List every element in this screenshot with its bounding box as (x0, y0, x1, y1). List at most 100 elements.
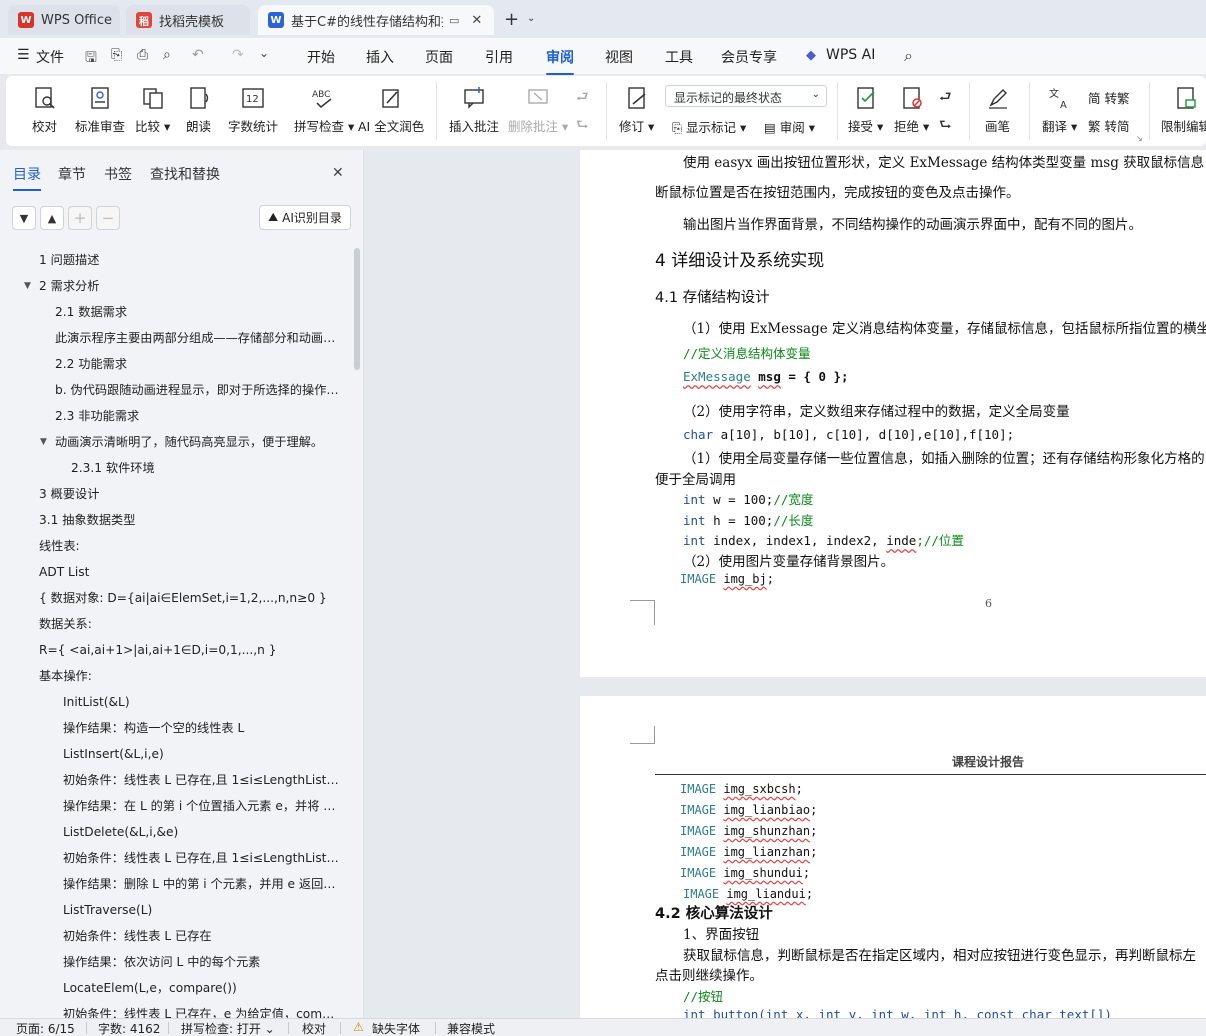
toc-item[interactable]: 2.2 功能需求 (55, 356, 340, 372)
ribbon-expand-icon[interactable]: ↘ (1136, 134, 1143, 143)
pane-tab-chapters[interactable]: 章节 (58, 164, 86, 184)
pane-tab-toc[interactable]: 目录 (13, 164, 41, 191)
next-change-icon[interactable]: ⮑ (939, 114, 952, 138)
toc-item[interactable]: 初始条件：线性表 L 已存在,且 1≤i≤LengthList(L) (63, 772, 340, 788)
code-line: IMAGE img_shunzhan; (680, 824, 818, 838)
ai-polish-button[interactable]: AI 全文润色 (358, 80, 424, 135)
toc-item[interactable]: 初始条件：线性表 L 已存在,且 1≤i≤LengthList(L) (63, 850, 340, 866)
to-traditional-button[interactable]: 简 转繁 (1088, 88, 1130, 107)
menu-page[interactable]: 页面 (425, 47, 453, 67)
menu-insert[interactable]: 插入 (366, 47, 394, 67)
markup-state-select[interactable]: 显示标记的最终状态 ⌄ (665, 85, 827, 107)
menu-home[interactable]: 开始 (307, 47, 335, 67)
add-heading-button[interactable]: + (68, 206, 92, 230)
toc-item[interactable]: 2.1 数据需求 (55, 304, 340, 320)
to-simplified-button[interactable]: 繁 转简 (1088, 116, 1130, 135)
word-count-button[interactable]: 12 字数统计 (228, 80, 278, 135)
save-icon[interactable]: 🖫 (85, 47, 97, 71)
close-pane-icon[interactable]: ✕ (332, 165, 344, 181)
toc-item[interactable]: 基本操作: (39, 668, 340, 684)
monitor-icon[interactable]: ▭ (449, 14, 459, 27)
toc-item[interactable]: InitList(&L) (63, 694, 340, 710)
toc-item[interactable]: 2 需求分析 (39, 278, 340, 294)
toc-item[interactable]: 2.3 非功能需求 (55, 408, 340, 424)
toc-item[interactable]: R={ <ai,ai+1>|ai,ai+1∈D,i=0,1,...,n } (39, 642, 340, 658)
print-preview-icon[interactable]: ⌕ (163, 47, 171, 63)
hamburger-icon[interactable]: ☰ (17, 47, 30, 63)
toc-item[interactable]: 此演示程序主要由两部分组成——存储部分和动画演示部分。 (55, 330, 340, 346)
toc-item[interactable]: 动画演示清晰明了，随代码高亮显示，便于理解。 (55, 434, 340, 450)
accept-button[interactable]: 接受 ▾ (848, 80, 883, 135)
prev-comment-icon[interactable]: ⮐ (576, 86, 589, 110)
missing-font-status[interactable]: 缺失字体 (372, 1020, 420, 1036)
toc-item[interactable]: b. 伪代码跟随动画进程显示，即对于所选择的操作，显示伪代码 (55, 382, 340, 398)
menu-member[interactable]: 会员专享 (721, 47, 777, 67)
expand-down-button[interactable]: ▼ (12, 206, 36, 230)
word-count[interactable]: 字数: 4162 (98, 1020, 160, 1036)
search-icon[interactable]: ⌕ (904, 46, 913, 66)
menu-file[interactable]: 文件 (36, 47, 64, 67)
expand-triangle-icon[interactable]: ▼ (40, 437, 47, 447)
toc-item[interactable]: 操作结果：删除 L 中的第 i 个元素，并用 e 返回其值，L 的长度减 1 (63, 876, 340, 892)
translate-button[interactable]: 文A 翻译 ▾ (1042, 80, 1077, 135)
prev-change-icon[interactable]: ⮐ (939, 86, 952, 110)
expand-triangle-icon[interactable]: ▼ (24, 281, 31, 291)
insert-comment-button[interactable]: 插入批注 (449, 80, 499, 135)
toc-item[interactable]: ListDelete(&L,i,&e) (63, 824, 340, 840)
toc-item[interactable]: 3.1 抽象数据类型 (39, 512, 340, 528)
read-aloud-button[interactable]: 朗读 (186, 80, 211, 135)
proofread-status[interactable]: 校对 (302, 1020, 326, 1036)
export-icon[interactable]: ⎘ (111, 47, 122, 63)
print-icon[interactable]: ⎙ (137, 47, 148, 63)
menu-reference[interactable]: 引用 (485, 47, 513, 67)
collapse-up-button[interactable]: ▲ (40, 206, 64, 230)
toc-item[interactable]: 操作结果：在 L 的第 i 个位置插入元素 e，并将 L 的长度加 1 (63, 798, 340, 814)
pen-button[interactable]: 画笔 (985, 80, 1010, 135)
tab-list-chevron-icon[interactable]: ⌄ (527, 13, 535, 24)
toc-item[interactable]: { 数据对象: D={ai|ai∈ElemSet,i=1,2,...,n,n≥0… (39, 590, 340, 606)
toc-item[interactable]: ADT List (39, 564, 340, 580)
toc-item[interactable]: 2.3.1 软件环境 (71, 460, 340, 476)
page-indicator[interactable]: 页面: 6/15 (16, 1020, 75, 1036)
pane-tab-find-replace[interactable]: 查找和替换 (150, 164, 220, 184)
new-tab-plus-icon[interactable]: + (504, 9, 519, 30)
toc-item[interactable]: ListTraverse(L) (63, 902, 340, 918)
ai-recognize-toc-button[interactable]: ⛰ AI识别目录 (259, 205, 351, 230)
spell-check-button[interactable]: ABC 拼写检查 ▾ (294, 80, 354, 135)
pane-tab-bookmarks[interactable]: 书签 (104, 164, 132, 184)
restrict-edit-button[interactable]: 限制编辑 (1161, 80, 1206, 135)
toc-item[interactable]: 数据关系: (39, 616, 340, 632)
track-changes-button[interactable]: 修订 ▾ (619, 80, 654, 135)
toc-item[interactable]: 操作结果：依次访问 L 中的每个元素 (63, 954, 340, 970)
proofread-button[interactable]: 校对 (32, 80, 57, 135)
remove-heading-button[interactable]: − (96, 206, 120, 230)
next-comment-icon[interactable]: ⮑ (576, 114, 589, 138)
reject-button[interactable]: 拒绝 ▾ (894, 80, 929, 135)
tab-document[interactable]: W 基于C#的线性存储结构和操作 ▭ ✕ (258, 5, 494, 35)
toc-item[interactable]: 线性表: (39, 538, 340, 554)
toc-scrollbar[interactable] (354, 248, 360, 370)
show-markup-button[interactable]: ⎘ 显示标记 ▾ (672, 117, 746, 136)
toc-item[interactable]: 1 问题描述 (39, 252, 340, 268)
page-6: 使用 easyx 画出按钮位置形状，定义 ExMessage 结构体类型变量 m… (580, 150, 1206, 677)
quick-access-chevron-icon[interactable]: ⌄ (259, 46, 269, 60)
toc-item[interactable]: LocateElem(L,e，compare()) (63, 980, 340, 996)
delete-comment-button[interactable]: 删除批注 ▾ (508, 80, 568, 135)
toc-item[interactable]: 初始条件：线性表 L 已存在 (63, 928, 340, 944)
tab-template[interactable]: 稻 找稻壳模板 (126, 5, 250, 35)
toc-item[interactable]: 3 概要设计 (39, 486, 340, 502)
review-pane-button[interactable]: ▤ 审阅 ▾ (764, 117, 815, 136)
toc-item[interactable]: ListInsert(&L,i,e) (63, 746, 340, 762)
undo-icon[interactable]: ↶ (192, 47, 204, 63)
spell-check-status[interactable]: 拼写检查: 打开 ⌄ (181, 1020, 275, 1036)
menu-view[interactable]: 视图 (605, 47, 633, 67)
menu-review[interactable]: 审阅 (546, 47, 574, 75)
compare-button[interactable]: 比较 ▾ (135, 80, 170, 135)
standard-review-button[interactable]: 标准审查 (75, 80, 125, 135)
toc-item[interactable]: 操作结果：构造一个空的线性表 L (63, 720, 340, 736)
menu-wps-ai[interactable]: WPS AI (826, 47, 875, 63)
close-tab-icon[interactable]: ✕ (471, 13, 482, 28)
redo-icon[interactable]: ↷ (232, 47, 244, 63)
tab-wps-office[interactable]: W WPS Office (8, 5, 120, 35)
menu-tools[interactable]: 工具 (665, 47, 693, 67)
